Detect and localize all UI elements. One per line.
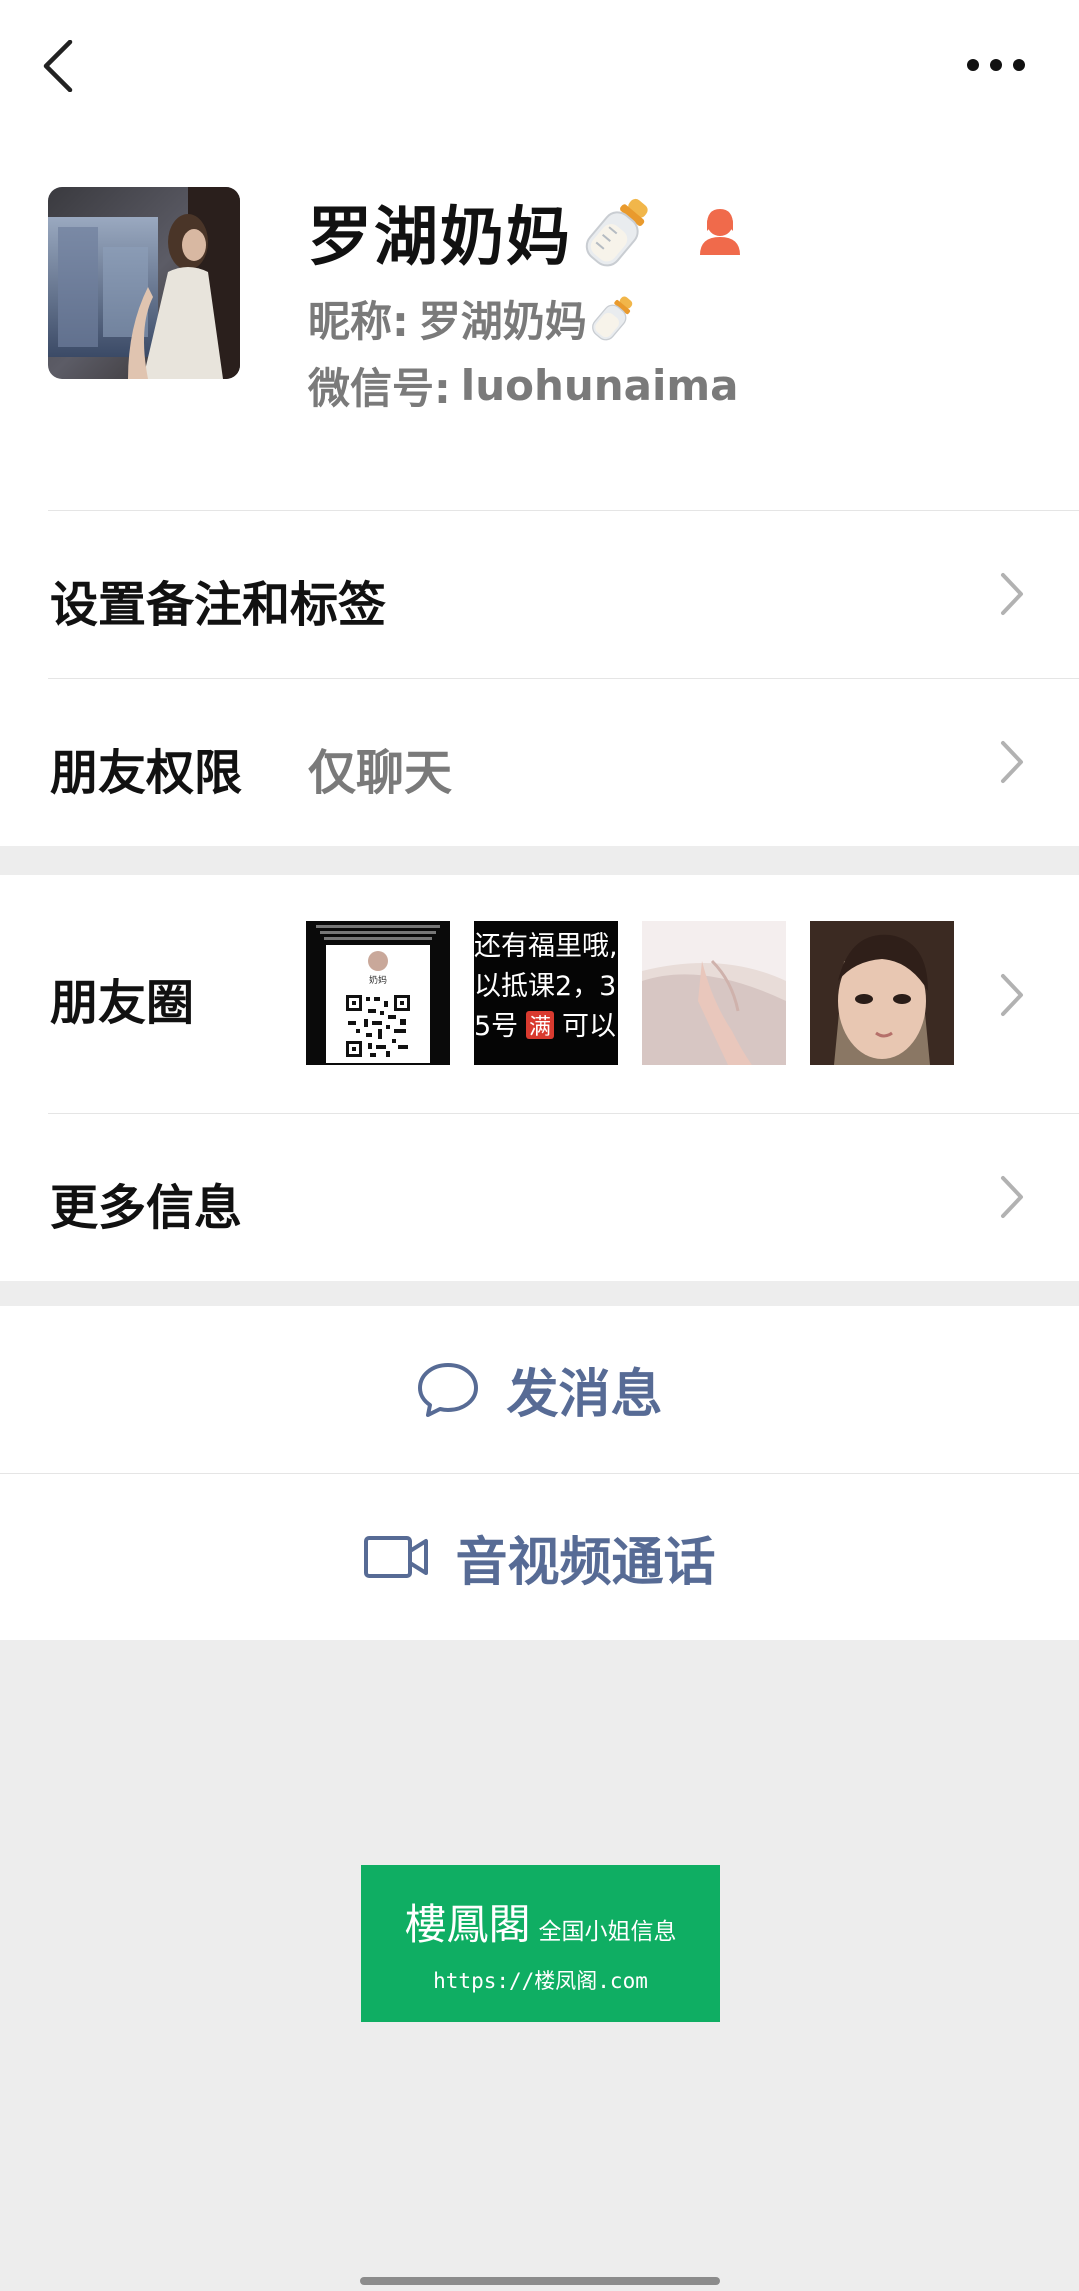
moments-thumbnail[interactable] (810, 921, 954, 1065)
video-camera-icon (364, 1536, 429, 1578)
post-text-line: 还有福里哦, (474, 931, 618, 962)
qr-owner-name: 奶妈 (369, 974, 387, 986)
chevron-left-icon (43, 39, 73, 93)
wechat-id-label: 微信号: (308, 363, 451, 413)
watermark-brand: 樓鳳閣 (404, 1900, 531, 1949)
baby-bottle-icon-small (591, 296, 633, 341)
bed-photo-image (642, 921, 786, 1065)
avatar[interactable] (48, 187, 240, 379)
post-text-badge: 满 (529, 1015, 551, 1040)
chevron-right-icon (1001, 741, 1023, 783)
watermark-url: https://楼凤阁.com (433, 1969, 648, 1993)
text-post-image: 还有福里哦, 以抵课2，3 5号 满 可以 (474, 921, 618, 1065)
watermark-banner: 樓鳳閣 全国小姐信息 https://楼凤阁.com (361, 1865, 720, 2022)
nickname-row: 昵称: 罗湖奶妈 (308, 288, 639, 348)
back-button[interactable] (40, 39, 76, 93)
remark-tags-label: 设置备注和标签 (50, 577, 387, 633)
friend-permission-value: 仅聊天 (308, 745, 453, 801)
baby-bottle-icon (585, 198, 648, 267)
remark-tags-row[interactable]: 设置备注和标签 (0, 511, 1079, 678)
video-call-button[interactable]: 音视频通话 (0, 1474, 1079, 1640)
more-dots-icon (967, 59, 1025, 71)
more-info-label: 更多信息 (50, 1180, 243, 1236)
selfie-photo-image (810, 921, 954, 1065)
post-text-line: 5号 (474, 1011, 518, 1042)
avatar-photo (48, 187, 240, 379)
more-info-row[interactable]: 更多信息 (0, 1114, 1079, 1281)
chat-bubble-icon (418, 1362, 479, 1417)
moments-label: 朋友圈 (50, 975, 195, 1031)
post-text-line: 可以 (562, 1011, 616, 1042)
friend-permission-label: 朋友权限 (50, 745, 243, 801)
wechat-id-row: 微信号: luohunaima (308, 355, 739, 415)
friend-permission-row[interactable]: 朋友权限 仅聊天 (0, 679, 1079, 846)
chevron-right-icon (1001, 974, 1023, 1016)
nickname-value: 罗湖奶妈 (418, 296, 587, 346)
send-message-label: 发消息 (506, 1365, 663, 1425)
video-call-label: 音视频通话 (455, 1532, 716, 1593)
moments-thumbnail[interactable]: 奶妈 (306, 921, 450, 1065)
moments-thumbnail[interactable]: 还有福里哦, 以抵课2，3 5号 满 可以 (474, 921, 618, 1065)
home-indicator[interactable] (360, 2277, 720, 2285)
display-name-row: 罗湖奶妈 (308, 192, 744, 275)
chevron-right-icon (1001, 573, 1023, 615)
chevron-right-icon (1001, 1176, 1023, 1218)
qr-post-image: 奶妈 (306, 921, 450, 1065)
more-options-button[interactable] (966, 56, 1026, 74)
female-icon (700, 209, 740, 255)
post-text-line: 以抵课2，3 (474, 971, 616, 1002)
send-message-button[interactable]: 发消息 (0, 1306, 1079, 1473)
display-name: 罗湖奶妈 (308, 201, 572, 275)
moments-thumbnail[interactable] (642, 921, 786, 1065)
wechat-id-value: luohunaima (460, 360, 739, 410)
nickname-label: 昵称: (308, 296, 409, 346)
watermark-subtitle: 全国小姐信息 (538, 1919, 677, 1945)
